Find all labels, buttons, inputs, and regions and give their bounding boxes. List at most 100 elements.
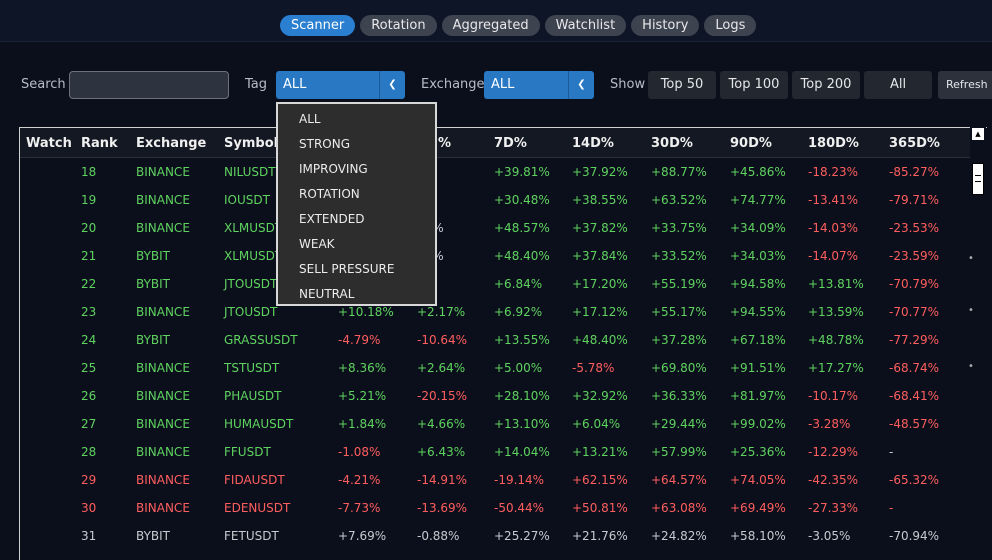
cell-d90: +94.55% xyxy=(730,305,786,319)
cell-symbol: HUMAUSDT xyxy=(224,417,294,431)
cell-d14: +50.81% xyxy=(572,501,628,515)
cell-d7: +30.48% xyxy=(494,193,550,207)
cell-d90: +91.51% xyxy=(730,361,786,375)
header-rank[interactable]: Rank xyxy=(81,136,118,151)
cell-d180: -18.23% xyxy=(808,165,859,179)
cell-d180: -12.29% xyxy=(808,445,859,459)
edge-dot-icon: • xyxy=(968,361,974,372)
cell-rank: 26 xyxy=(81,389,97,403)
cell-d7: -19.14% xyxy=(494,473,545,487)
cell-exchange: BINANCE xyxy=(136,445,190,459)
table-row[interactable]: 20BINANCEXLMUSDT25%+48.57%+37.82%+33.75%… xyxy=(20,214,970,242)
cell-symbol: FFUSDT xyxy=(224,445,271,459)
show-all-button[interactable]: All xyxy=(864,71,932,99)
table-row[interactable]: 30 BINANCE EDENUSDT -7.73% -13.69% -50.44% +50… xyxy=(20,494,970,522)
tag-option-all[interactable]: ALL xyxy=(278,110,435,135)
show-top-50-button[interactable]: Top 50 xyxy=(648,71,716,99)
tag-option-improving[interactable]: IMPROVING xyxy=(278,160,435,185)
table-row[interactable]: 26 BINANCE PHAUSDT +5.21% -20.15% +28.10% +32.… xyxy=(20,382,970,410)
cell-c1: +8.36% xyxy=(338,361,387,375)
tag-option-extended[interactable]: EXTENDED xyxy=(278,210,435,235)
cell-d180: +17.27% xyxy=(808,361,864,375)
cell-d180: -3.28% xyxy=(808,417,851,431)
header-7d[interactable]: 7D% xyxy=(494,136,527,151)
chevron-down-icon[interactable]: ❮ xyxy=(379,71,405,99)
table-row[interactable]: 23 BINANCE JTOUSDT +10.18% +2.17% +6.92% +17.1… xyxy=(20,298,970,326)
cell-d30: +33.52% xyxy=(651,249,707,263)
table-row[interactable]: 31 BYBIT FETUSDT +7.69% -0.88% +25.27% +21.76%… xyxy=(20,522,970,550)
cell-d180: -13.41% xyxy=(808,193,859,207)
refresh-button[interactable]: Refresh xyxy=(938,71,992,99)
tag-option-weak[interactable]: WEAK xyxy=(278,235,435,260)
header-14d[interactable]: 14D% xyxy=(572,136,614,151)
tag-option-sell-pressure[interactable]: SELL PRESSURE xyxy=(278,260,435,285)
filter-bar: Search Tag ALL ❮ Exchange ALL ❮ Show Top… xyxy=(0,70,992,100)
cell-d7: +5.00% xyxy=(494,361,543,375)
show-top-200-button[interactable]: Top 200 xyxy=(792,71,860,99)
cell-d7: -50.44% xyxy=(494,501,545,515)
table-scrollbar[interactable]: ▲ xyxy=(970,127,986,560)
cell-d90: +94.58% xyxy=(730,277,786,291)
cell-d180: -14.07% xyxy=(808,249,859,263)
cell-d30: +55.19% xyxy=(651,277,707,291)
tag-option-neutral[interactable]: NEUTRAL xyxy=(278,285,435,310)
cell-exchange: BINANCE xyxy=(136,221,190,235)
tab-logs[interactable]: Logs xyxy=(704,15,757,36)
cell-rank: 22 xyxy=(81,277,97,291)
header-365d[interactable]: 365D% xyxy=(889,136,940,151)
table-row[interactable]: 22BYBITJTOUSDT1%+6.84%+17.20%+55.19%+94.… xyxy=(20,270,970,298)
cell-d180: -3.05% xyxy=(808,529,851,543)
table-row[interactable]: 18BINANCENILUSDT4%+39.81%+37.92%+88.77%+… xyxy=(20,158,970,186)
cell-rank: 24 xyxy=(81,333,97,347)
tab-history[interactable]: History xyxy=(631,15,700,36)
scrollbar-thumb[interactable] xyxy=(972,163,984,195)
cell-d7: +48.40% xyxy=(494,249,550,263)
chevron-down-icon[interactable]: ❮ xyxy=(568,71,594,99)
cell-c1: +5.21% xyxy=(338,389,387,403)
edge-dot-icon: • xyxy=(968,305,974,316)
cell-exchange: BYBIT xyxy=(136,529,171,543)
cell-d90: +67.18% xyxy=(730,333,786,347)
cell-d90: +69.49% xyxy=(730,501,786,515)
tab-watchlist[interactable]: Watchlist xyxy=(544,15,627,36)
table-row[interactable]: 25 BINANCE TSTUSDT +8.36% +2.64% +5.00% -5.78%… xyxy=(20,354,970,382)
search-input[interactable] xyxy=(69,71,229,99)
cell-d90: +34.09% xyxy=(730,221,786,235)
table-row[interactable]: 19BINANCEIOUSDT4%+30.48%+38.55%+63.52%+7… xyxy=(20,186,970,214)
tab-scanner[interactable]: Scanner xyxy=(280,15,356,36)
tag-select[interactable]: ALL ❮ xyxy=(276,71,405,99)
cell-d365: -70.77% xyxy=(889,305,940,319)
tag-option-strong[interactable]: STRONG xyxy=(278,135,435,160)
cell-d14: +62.15% xyxy=(572,473,628,487)
exchange-select[interactable]: ALL ❮ xyxy=(484,71,594,99)
tab-aggregated[interactable]: Aggregated xyxy=(441,15,540,36)
table-row[interactable]: 24 BYBIT GRASSUSDT -4.79% -10.64% +13.55% +48.… xyxy=(20,326,970,354)
tag-option-rotation[interactable]: ROTATION xyxy=(278,185,435,210)
table-row[interactable]: 27 BINANCE HUMAUSDT +1.84% +4.66% +13.10% +6.0… xyxy=(20,410,970,438)
cell-d14: +17.12% xyxy=(572,305,628,319)
cell-d180: +48.78% xyxy=(808,333,864,347)
cell-rank: 19 xyxy=(81,193,97,207)
cell-d90: +25.36% xyxy=(730,445,786,459)
tab-rotation[interactable]: Rotation xyxy=(360,15,437,36)
header-col2[interactable]: % xyxy=(438,136,451,151)
header-180d[interactable]: 180D% xyxy=(808,136,859,151)
table-row[interactable]: 29 BINANCE FIDAUSDT -4.21% -14.91% -19.14% +62… xyxy=(20,466,970,494)
cell-symbol: PHAUSDT xyxy=(224,389,282,403)
show-top-100-button[interactable]: Top 100 xyxy=(720,71,788,99)
cell-d30: +63.08% xyxy=(651,501,707,515)
tag-label: Tag xyxy=(245,77,268,92)
table-row[interactable]: 21BYBITXLMUSDT18%+48.40%+37.84%+33.52%+3… xyxy=(20,242,970,270)
header-exchange[interactable]: Exchange xyxy=(136,136,206,151)
header-symbol[interactable]: Symbol xyxy=(224,136,278,151)
cell-rank: 29 xyxy=(81,473,97,487)
cell-c1: -1.08% xyxy=(338,445,381,459)
cell-c2: -0.88% xyxy=(417,529,460,543)
scroll-up-icon[interactable]: ▲ xyxy=(972,128,984,140)
header-watch[interactable]: Watch xyxy=(26,136,72,151)
header-90d[interactable]: 90D% xyxy=(730,136,772,151)
table-row[interactable]: 28 BINANCE FFUSDT -1.08% +6.43% +14.04% +13.21… xyxy=(20,438,970,466)
cell-symbol: FETUSDT xyxy=(224,529,279,543)
header-30d[interactable]: 30D% xyxy=(651,136,693,151)
cell-d180: -14.03% xyxy=(808,221,859,235)
